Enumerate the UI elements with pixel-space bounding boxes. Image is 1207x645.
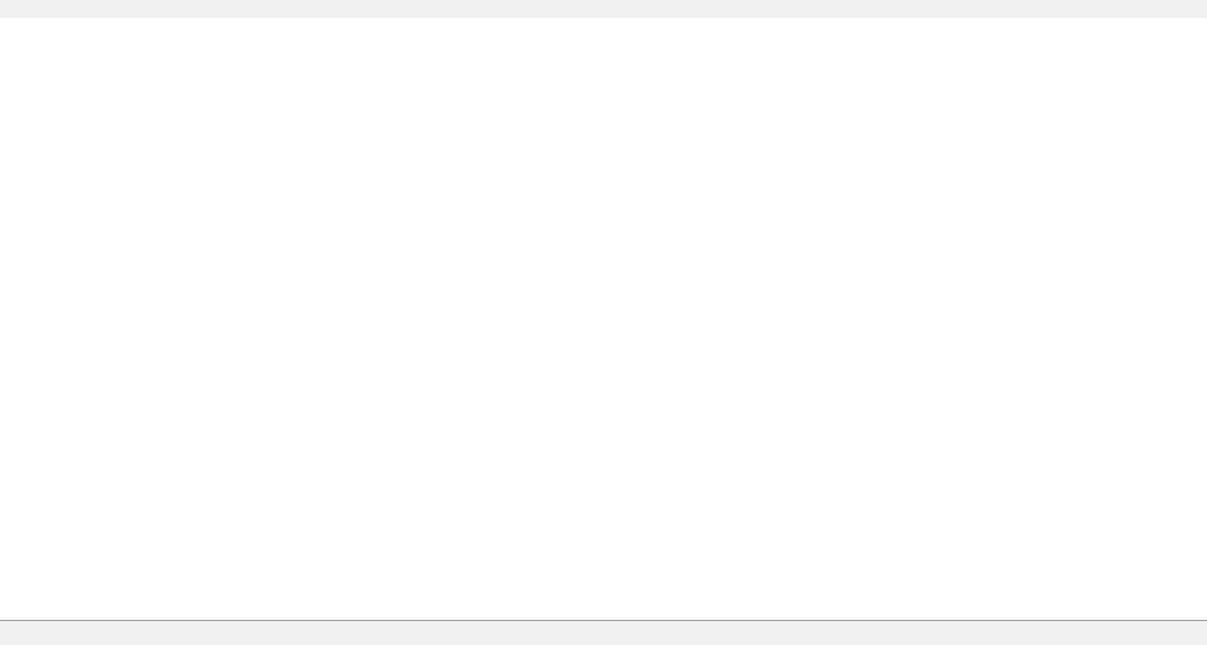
chart-title-line	[8, 42, 15, 54]
chart-window[interactable]	[0, 18, 1207, 619]
symbol-tab-bar	[0, 620, 1207, 645]
chart-canvas[interactable]	[0, 18, 1207, 645]
mt4-window	[0, 0, 1207, 645]
timeframe-toolbar	[0, 0, 1207, 19]
